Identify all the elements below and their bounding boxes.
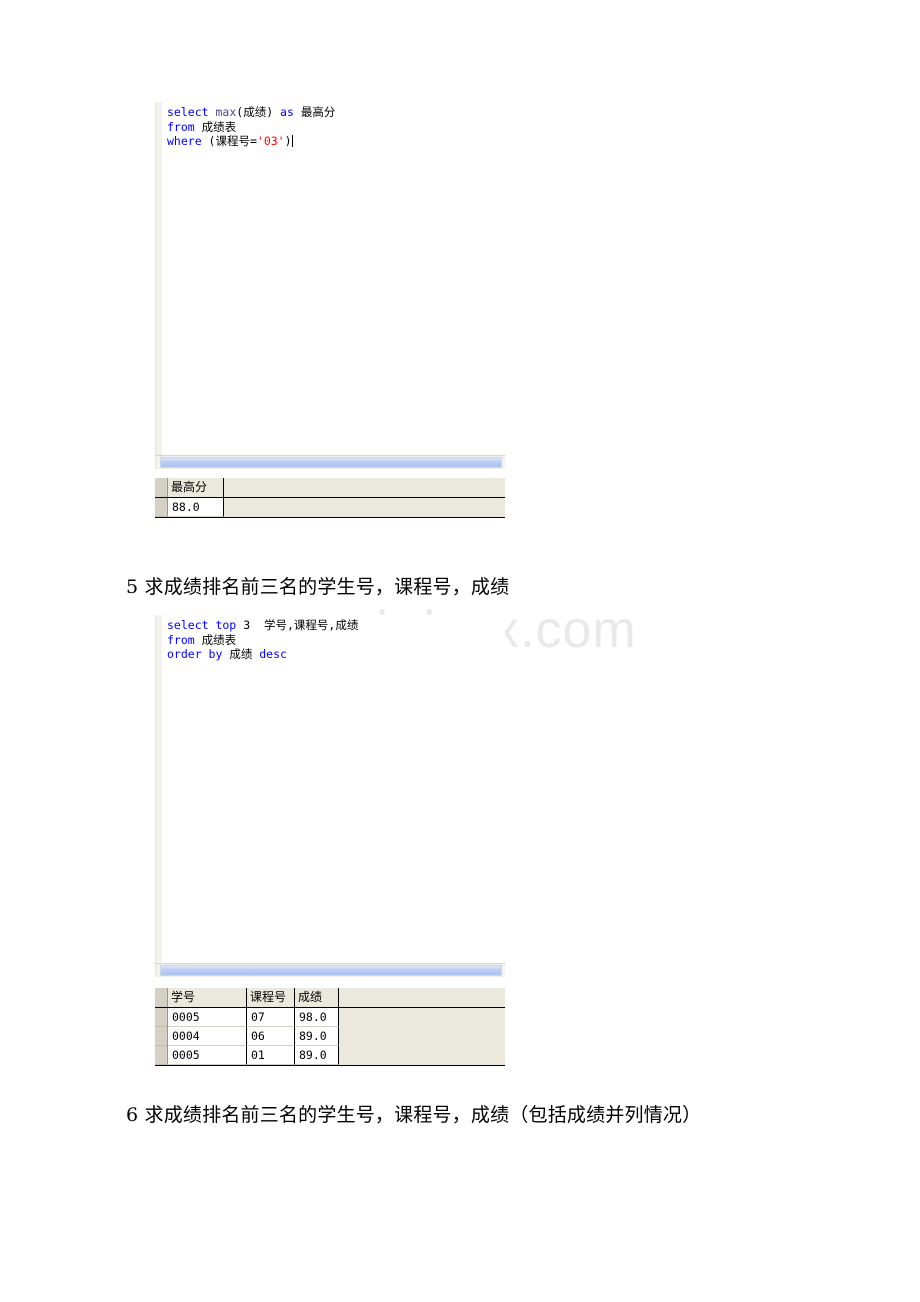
code-token: desc — [259, 647, 287, 662]
code-token: 最高分 — [293, 105, 336, 119]
code-token: 成绩表 — [194, 632, 237, 647]
sql-code-1[interactable]: select max(成绩) as 最高分 from 成绩表 where (课程… — [156, 102, 505, 149]
sql-editor-2[interactable]: select top 3 学号,课程号,成绩 from 成绩表 order by… — [155, 615, 505, 963]
code-token: where — [167, 134, 202, 149]
grid-cell[interactable]: 89.0 — [295, 1046, 339, 1065]
grid-cell[interactable]: 89.0 — [295, 1027, 339, 1046]
results-grid-2[interactable]: 学号 课程号 成绩 0005 07 98.0 0004 06 89.0 0005 01 89.0 — [155, 988, 505, 1066]
grid-row-selector[interactable] — [155, 498, 168, 517]
grid-cell[interactable]: 0005 — [168, 1008, 247, 1027]
code-token: select top — [167, 618, 237, 632]
grid-row-selector[interactable] — [155, 1027, 168, 1046]
code-token: max — [215, 105, 237, 119]
sql-editor-1[interactable]: select max(成绩) as 最高分 from 成绩表 where (课程… — [155, 102, 505, 455]
grid-select-all-corner[interactable] — [155, 988, 168, 1007]
text-cursor — [291, 135, 293, 148]
code-token: from — [167, 632, 195, 647]
code-token: (课程号= — [201, 134, 257, 149]
grid-header-filler — [224, 478, 505, 497]
grid-cell[interactable]: 07 — [247, 1008, 295, 1027]
editor-gutter-1 — [156, 102, 163, 455]
grid-header-filler — [339, 988, 505, 1007]
sql-query-window-1: select max(成绩) as 最高分 from 成绩表 where (课程… — [155, 102, 505, 469]
code-token: 学号,课程号,成绩 — [250, 618, 359, 632]
table-row[interactable]: 88.0 — [155, 498, 505, 517]
paragraph-question-5: 5 求成绩排名前三名的学生号，课程号，成绩 — [126, 576, 510, 598]
sql-code-2[interactable]: select top 3 学号,课程号,成绩 from 成绩表 order by… — [156, 615, 505, 662]
code-token: ) — [284, 134, 292, 149]
grid-header-row: 学号 课程号 成绩 — [155, 988, 505, 1008]
editor-hscrollbar-2[interactable] — [155, 963, 505, 977]
code-token: 成绩 — [222, 647, 260, 662]
grid-column-header[interactable]: 学号 — [168, 988, 247, 1007]
grid-row-selector[interactable] — [155, 1008, 168, 1027]
code-token: select — [167, 105, 209, 119]
grid-column-header[interactable]: 成绩 — [295, 988, 339, 1007]
code-token: 成绩表 — [194, 119, 237, 134]
grid-row-filler — [339, 1046, 505, 1065]
code-token: '03' — [256, 134, 285, 149]
grid-column-header[interactable]: 最高分 — [168, 478, 224, 497]
table-row[interactable]: 0004 06 89.0 — [155, 1027, 505, 1046]
grid-row-filler — [224, 498, 505, 517]
grid-cell[interactable]: 88.0 — [168, 498, 224, 517]
editor-gutter-2 — [156, 615, 163, 963]
grid-row-selector[interactable] — [155, 1046, 168, 1065]
document-page: www.bdocx.com select max(成绩) as 最高分 from… — [0, 0, 920, 1302]
results-grid-1[interactable]: 最高分 88.0 — [155, 478, 505, 518]
hscrollbar-thumb-2[interactable] — [160, 965, 502, 976]
editor-hscrollbar-1[interactable] — [155, 455, 505, 469]
sql-query-window-2: select top 3 学号,课程号,成绩 from 成绩表 order by… — [155, 615, 505, 977]
grid-cell[interactable]: 0004 — [168, 1027, 247, 1046]
grid-header-row: 最高分 — [155, 478, 505, 498]
code-token: order by — [167, 647, 223, 662]
grid-select-all-corner[interactable] — [155, 478, 168, 497]
table-row[interactable]: 0005 01 89.0 — [155, 1046, 505, 1065]
hscrollbar-thumb-1[interactable] — [160, 457, 502, 468]
grid-row-filler — [339, 1008, 505, 1027]
table-row[interactable]: 0005 07 98.0 — [155, 1008, 505, 1027]
code-token: as — [280, 105, 294, 119]
grid-row-filler — [339, 1027, 505, 1046]
grid-cell[interactable]: 01 — [247, 1046, 295, 1065]
code-token: (成绩) — [236, 105, 281, 119]
grid-cell[interactable]: 06 — [247, 1027, 295, 1046]
paragraph-question-6: 6 求成绩排名前三名的学生号，课程号，成绩（包括成绩并列情况） — [126, 1104, 702, 1126]
grid-cell[interactable]: 98.0 — [295, 1008, 339, 1027]
grid-column-header[interactable]: 课程号 — [247, 988, 295, 1007]
grid-cell[interactable]: 0005 — [168, 1046, 247, 1065]
code-token: from — [167, 119, 195, 134]
